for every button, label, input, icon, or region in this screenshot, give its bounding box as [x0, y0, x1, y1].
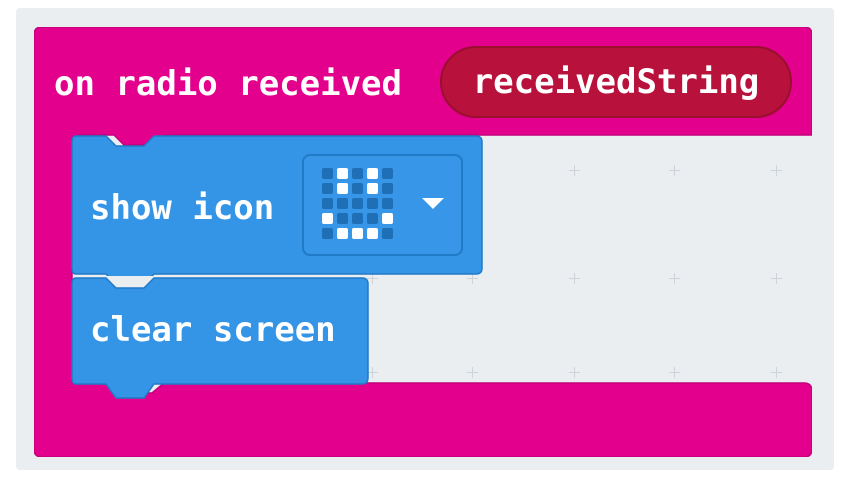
received-string-variable[interactable]: receivedString	[440, 46, 792, 118]
led-on	[367, 168, 378, 179]
led-off	[352, 183, 363, 194]
led-off	[352, 213, 363, 224]
led-off	[367, 213, 378, 224]
show-icon-label: show icon	[90, 188, 275, 228]
happy-face-icon	[322, 168, 396, 242]
led-off	[352, 168, 363, 179]
led-on	[352, 228, 363, 239]
led-on	[337, 183, 348, 194]
led-on	[367, 228, 378, 239]
led-off	[322, 228, 333, 239]
led-off	[322, 168, 333, 179]
led-off	[382, 168, 393, 179]
chevron-down-icon	[422, 198, 444, 209]
led-off	[322, 183, 333, 194]
led-on	[367, 183, 378, 194]
led-off	[382, 198, 393, 209]
led-off	[337, 198, 348, 209]
led-off	[352, 198, 363, 209]
led-off	[322, 198, 333, 209]
led-on	[382, 213, 393, 224]
clear-screen-label: clear screen	[90, 310, 336, 350]
event-block-label: on radio received	[54, 64, 402, 104]
led-off	[337, 213, 348, 224]
led-on	[337, 168, 348, 179]
led-off	[382, 228, 393, 239]
led-on	[337, 228, 348, 239]
led-off	[367, 198, 378, 209]
led-off	[382, 183, 393, 194]
icon-dropdown[interactable]	[302, 154, 463, 256]
led-on	[322, 213, 333, 224]
